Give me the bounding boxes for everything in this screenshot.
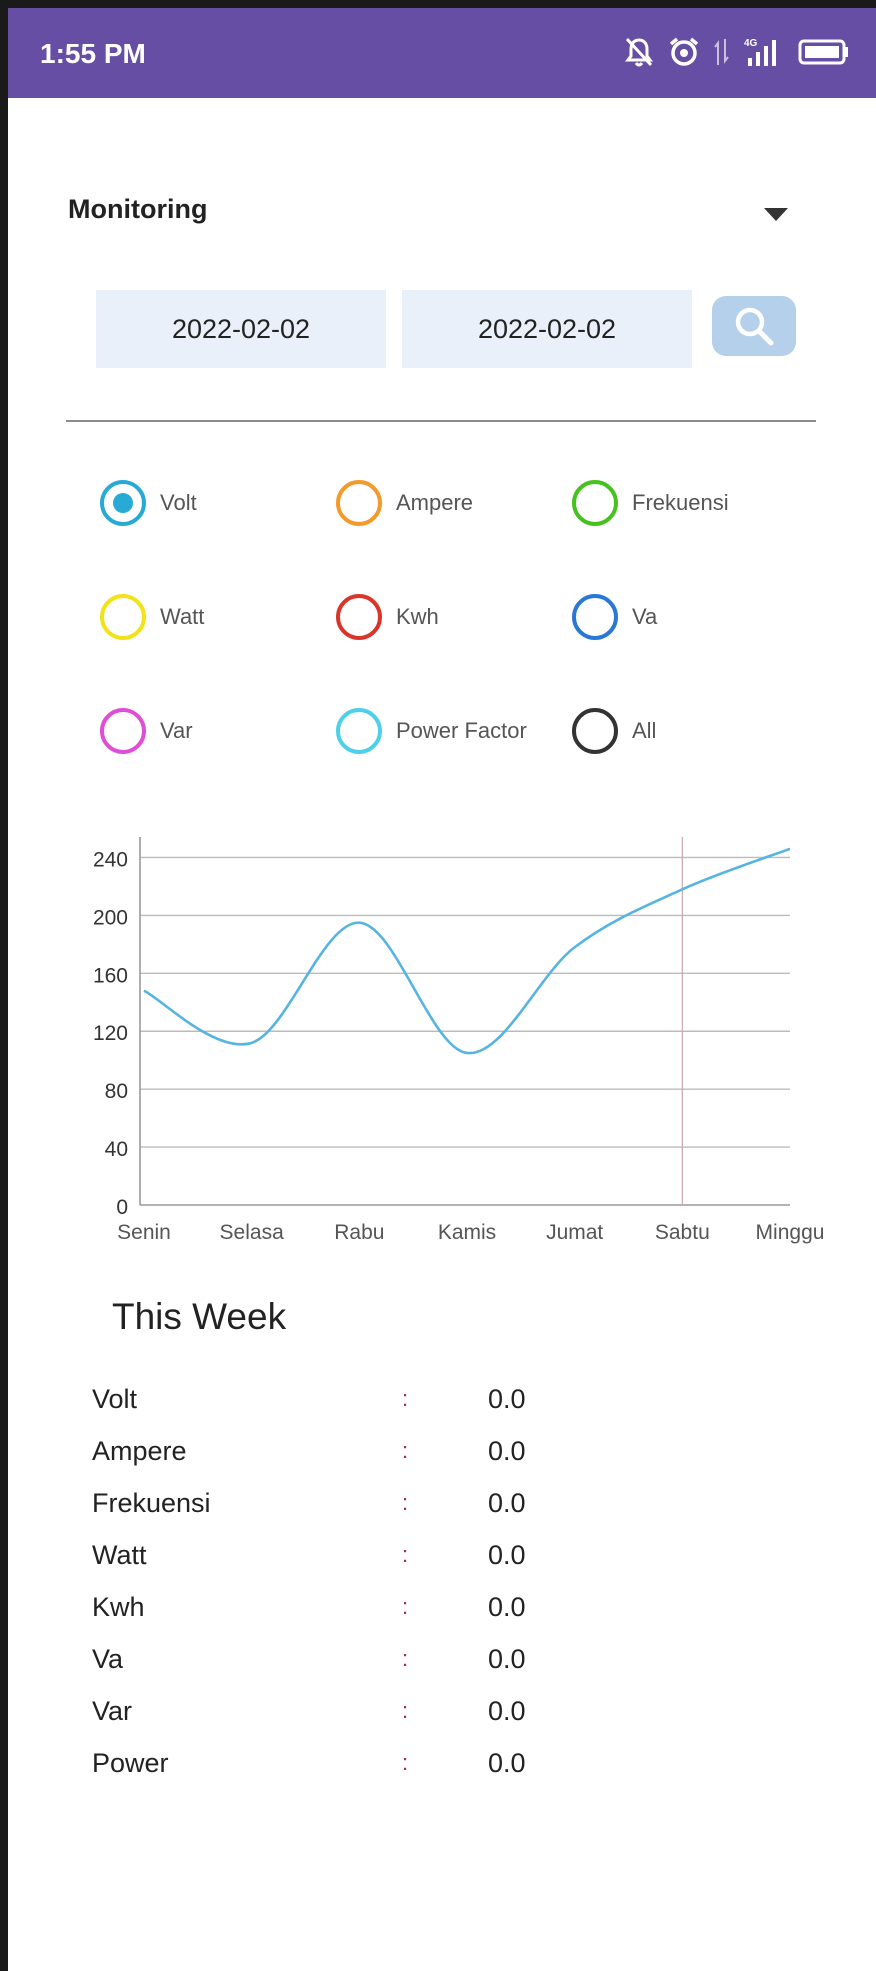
radio-watt[interactable]: Watt <box>100 592 204 642</box>
stat-row-power: Power: 0.0 <box>92 1740 592 1792</box>
radio-label: Watt <box>160 604 205 629</box>
divider <box>66 420 816 422</box>
battery-icon <box>798 39 848 65</box>
radio-all[interactable]: All <box>572 706 656 756</box>
status-icons: 4G <box>624 32 850 72</box>
radio-selected-dot <box>113 493 133 513</box>
signal-icon: 4G <box>744 38 776 66</box>
radio-label: Ampere <box>396 490 474 515</box>
y-tick-label: 40 <box>105 1138 128 1161</box>
x-tick-label: Selasa <box>220 1221 285 1244</box>
stat-value: 0.0 <box>488 1540 526 1570</box>
stat-separator: : <box>402 1542 409 1567</box>
this-week-title: This Week <box>112 1296 287 1337</box>
radio-va[interactable]: Va <box>572 592 657 642</box>
y-tick-label: 80 <box>105 1080 128 1103</box>
stat-name: Va <box>92 1644 124 1674</box>
stat-separator: : <box>402 1646 409 1671</box>
radio-button-watt[interactable] <box>100 594 146 640</box>
network-type-label: 4G <box>744 38 758 49</box>
end-date-field[interactable]: 2022-02-02 <box>402 290 692 368</box>
x-tick-label: Rabu <box>334 1221 384 1244</box>
stat-separator: : <box>402 1386 409 1411</box>
stat-row-va: Va: 0.0 <box>92 1636 592 1688</box>
radio-button-ampere[interactable] <box>336 480 382 526</box>
radio-ampere[interactable]: Ampere <box>336 478 473 528</box>
stat-separator: : <box>402 1750 409 1775</box>
stat-row-kwh: Kwh: 0.0 <box>92 1584 592 1636</box>
search-button[interactable] <box>712 296 796 356</box>
stat-value: 0.0 <box>488 1696 526 1726</box>
y-tick-label: 120 <box>93 1022 128 1045</box>
radio-kwh[interactable]: Kwh <box>336 592 439 642</box>
data-transfer-icon <box>714 39 729 65</box>
radio-label: Va <box>632 604 658 629</box>
line-chart: 0 40 80 120 160 200 240 Senin Selasa Rabu Kamis Jum… <box>93 837 825 1244</box>
stat-name: Power <box>92 1748 169 1778</box>
radio-volt[interactable]: Volt <box>100 478 197 528</box>
stat-value: 0.0 <box>488 1436 526 1466</box>
radio-row-2: Watt Kwh Va <box>100 592 820 642</box>
radio-button-all[interactable] <box>572 708 618 754</box>
x-tick-label: Kamis <box>438 1221 496 1244</box>
alarm-icon <box>669 37 699 66</box>
stat-separator: : <box>402 1594 409 1619</box>
y-tick-label: 200 <box>93 906 128 929</box>
radio-button-var[interactable] <box>100 708 146 754</box>
stat-row-watt: Watt: 0.0 <box>92 1532 592 1584</box>
status-bar: 1:55 PM 4G <box>8 8 876 98</box>
chevron-down-icon <box>764 208 788 221</box>
stat-value: 0.0 <box>488 1488 526 1518</box>
stat-row-var: Var: 0.0 <box>92 1688 592 1740</box>
radio-power-factor[interactable]: Power Factor <box>336 706 527 756</box>
radio-button-volt[interactable] <box>100 480 146 526</box>
x-tick-label: Jumat <box>546 1221 603 1244</box>
mode-dropdown[interactable]: Monitoring <box>68 186 788 236</box>
stat-name: Kwh <box>92 1592 145 1622</box>
stat-name: Var <box>92 1696 133 1726</box>
search-icon <box>735 307 774 346</box>
radio-button-va[interactable] <box>572 594 618 640</box>
stat-separator: : <box>402 1438 409 1463</box>
stat-name: Watt <box>92 1540 147 1570</box>
stat-value: 0.0 <box>488 1592 526 1622</box>
stat-row-volt: Volt: 0.0 <box>92 1376 592 1428</box>
radio-label: Frekuensi <box>632 490 729 515</box>
radio-row-1: Volt Ampere Frekuensi <box>100 478 820 528</box>
x-tick-label: Minggu <box>756 1221 825 1244</box>
radio-label: All <box>632 718 657 743</box>
weekly-stats-list: Volt:0.0 Ampere:0.0 Frekuensi:0.0 Watt:0.0 K… <box>92 1376 592 1792</box>
radio-label: Var <box>160 718 193 743</box>
radio-var[interactable]: Var <box>100 706 193 756</box>
y-tick-label: 240 <box>93 848 128 871</box>
radio-label: Power Factor <box>396 718 527 743</box>
app-screen: 1:55 PM 4G Monitoring 2022-02-02 2022-02… <box>8 8 876 1971</box>
x-tick-label: Senin <box>117 1221 171 1244</box>
series-line-0 <box>143 847 791 1055</box>
stat-value: 0.0 <box>488 1384 526 1414</box>
stat-row-ampere: Ampere: 0.0 <box>92 1428 592 1480</box>
radio-button-power-factor[interactable] <box>336 708 382 754</box>
radio-label: Volt <box>160 490 197 515</box>
stat-name: Volt <box>92 1384 138 1414</box>
y-tick-label: 160 <box>93 964 128 987</box>
status-time: 1:55 PM <box>40 38 146 69</box>
mode-dropdown-value: Monitoring <box>68 194 208 224</box>
stat-separator: : <box>402 1490 409 1515</box>
radio-button-kwh[interactable] <box>336 594 382 640</box>
stat-value: 0.0 <box>488 1644 526 1674</box>
stat-separator: : <box>402 1698 409 1723</box>
radio-button-frekuensi[interactable] <box>572 480 618 526</box>
radio-label: Kwh <box>396 604 439 629</box>
x-tick-label: Sabtu <box>655 1221 710 1244</box>
stat-name: Frekuensi <box>92 1488 211 1518</box>
radio-row-3: Var Power Factor All <box>100 706 820 756</box>
radio-frekuensi[interactable]: Frekuensi <box>572 478 729 528</box>
bell-off-icon <box>625 37 653 67</box>
stat-name: Ampere <box>92 1436 187 1466</box>
stat-row-frekuensi: Frekuensi: 0.0 <box>92 1480 592 1532</box>
y-tick-label: 0 <box>116 1196 128 1219</box>
stat-value: 0.0 <box>488 1748 526 1778</box>
start-date-field[interactable]: 2022-02-02 <box>96 290 386 368</box>
